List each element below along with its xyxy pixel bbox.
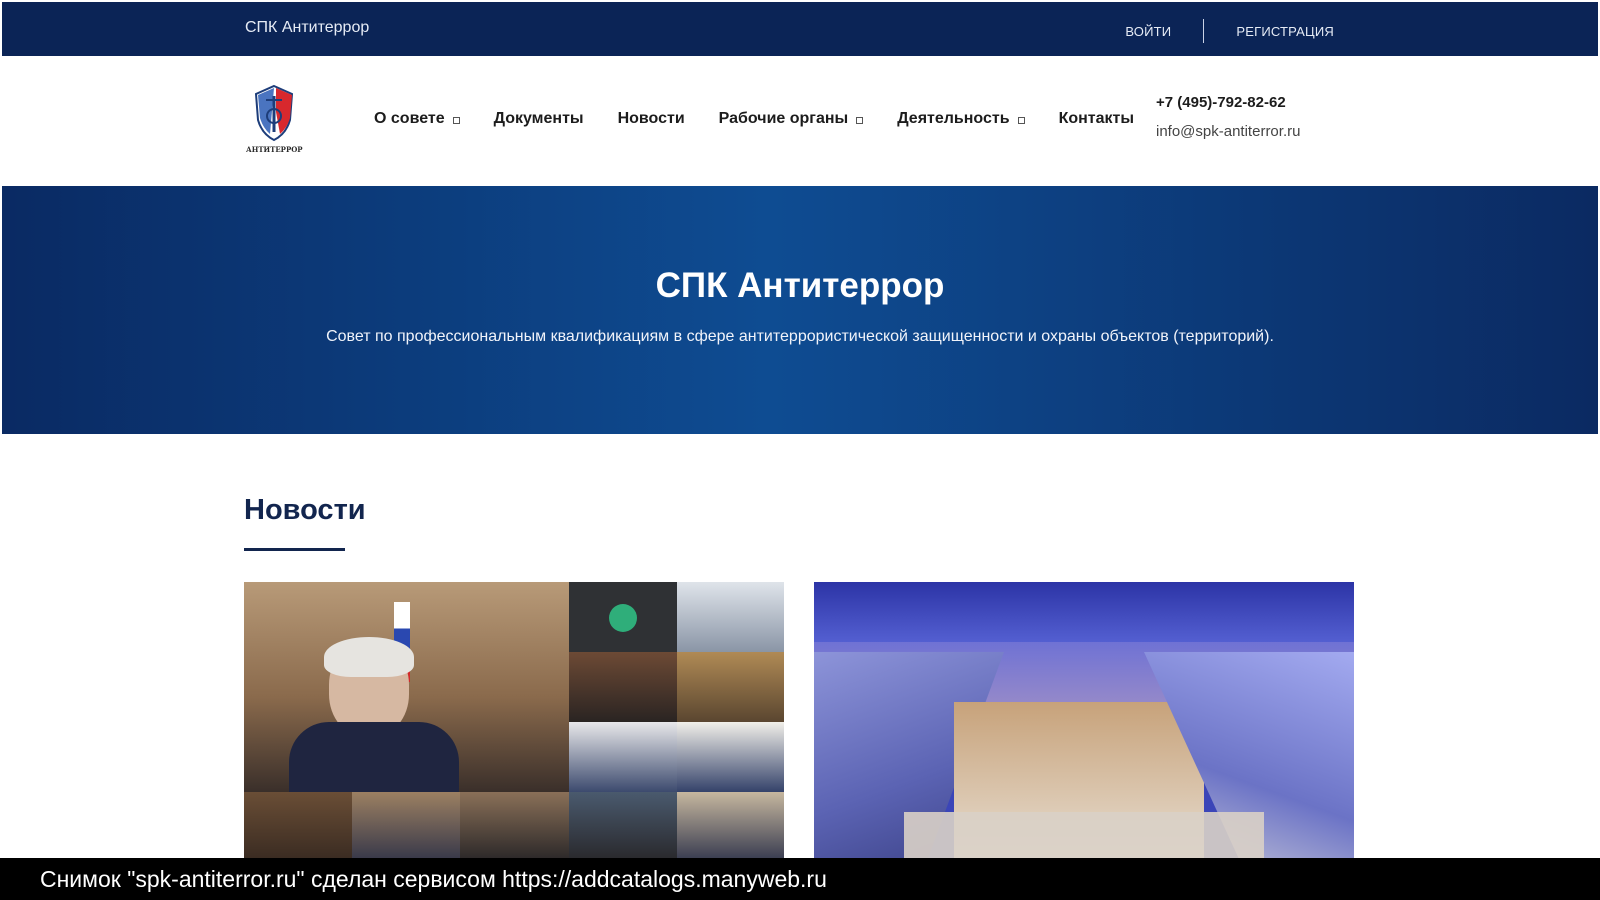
conference-tile (460, 792, 569, 858)
conference-tile (569, 722, 677, 792)
screenshot-caption-bar: Снимок "spk-antiterror.ru" сделан сервис… (0, 858, 1600, 900)
email-link[interactable]: info@spk-antiterror.ru (1156, 123, 1300, 140)
conference-tile (677, 652, 784, 722)
conference-tile (352, 792, 460, 858)
auth-divider (1203, 19, 1205, 43)
top-bar: СПК Антитеррор ВОЙТИ РЕГИСТРАЦИЯ (2, 2, 1598, 56)
hero-title: СПК Антитеррор (655, 266, 945, 305)
nav-item-working-bodies[interactable]: Рабочие органы (719, 110, 864, 128)
news-card-video-conference[interactable] (244, 582, 784, 858)
logo-text: АНТИТЕРРОР (246, 145, 303, 154)
user-avatar-icon (609, 604, 637, 632)
phone-link[interactable]: +7 (495)-792-82-62 (1156, 94, 1300, 111)
conference-tile (244, 792, 352, 858)
nav-item-news[interactable]: Новости (618, 110, 685, 128)
person-hair-shape (324, 637, 414, 677)
auth-links: ВОЙТИ РЕГИСТРАЦИЯ (1125, 19, 1334, 43)
dropdown-caret-icon (856, 117, 864, 124)
conference-tile (569, 792, 677, 858)
conference-tile (677, 722, 784, 792)
nav-item-label: Новости (617, 110, 685, 127)
news-card-shopping-mall[interactable] (814, 582, 1354, 858)
conference-tile (569, 652, 677, 722)
hero-banner: СПК Антитеррор Совет по профессиональным… (2, 186, 1598, 434)
conference-tile (677, 792, 784, 858)
shield-logo-icon (254, 84, 294, 142)
conference-tile (569, 582, 677, 652)
dropdown-caret-icon (1017, 117, 1025, 124)
header-contacts: +7 (495)-792-82-62 info@spk-antiterror.r… (1156, 94, 1300, 140)
main-header: АНТИТЕРРОР О совете Документы Новости Ра… (2, 56, 1598, 186)
nav-item-contacts[interactable]: Контакты (1059, 110, 1134, 128)
nav-item-label: Контакты (1058, 110, 1135, 127)
login-link[interactable]: ВОЙТИ (1125, 24, 1171, 39)
nav-item-label: Документы (493, 110, 584, 127)
person-body-shape (289, 722, 459, 792)
main-nav: О совете Документы Новости Рабочие орган… (374, 110, 1168, 128)
conference-tile (677, 582, 784, 652)
site-logo[interactable]: АНТИТЕРРОР (246, 82, 303, 160)
register-link[interactable]: РЕГИСТРАЦИЯ (1236, 24, 1334, 39)
hero-subtitle: Совет по профессиональным квалификациям … (326, 328, 1274, 345)
news-section-title: Новости (244, 494, 366, 526)
news-title-underline (244, 548, 345, 551)
nav-item-documents[interactable]: Документы (494, 110, 584, 128)
nav-item-about[interactable]: О совете (374, 110, 460, 128)
conference-main-tile (244, 582, 569, 792)
nav-item-activity[interactable]: Деятельность (897, 110, 1025, 128)
site-brand-link[interactable]: СПК Антитеррор (245, 19, 369, 37)
nav-item-label: Рабочие органы (718, 110, 849, 127)
mall-floor-shape (904, 812, 1264, 858)
nav-item-label: Деятельность (897, 110, 1010, 127)
nav-item-label: О совете (374, 110, 445, 127)
dropdown-caret-icon (452, 117, 460, 124)
